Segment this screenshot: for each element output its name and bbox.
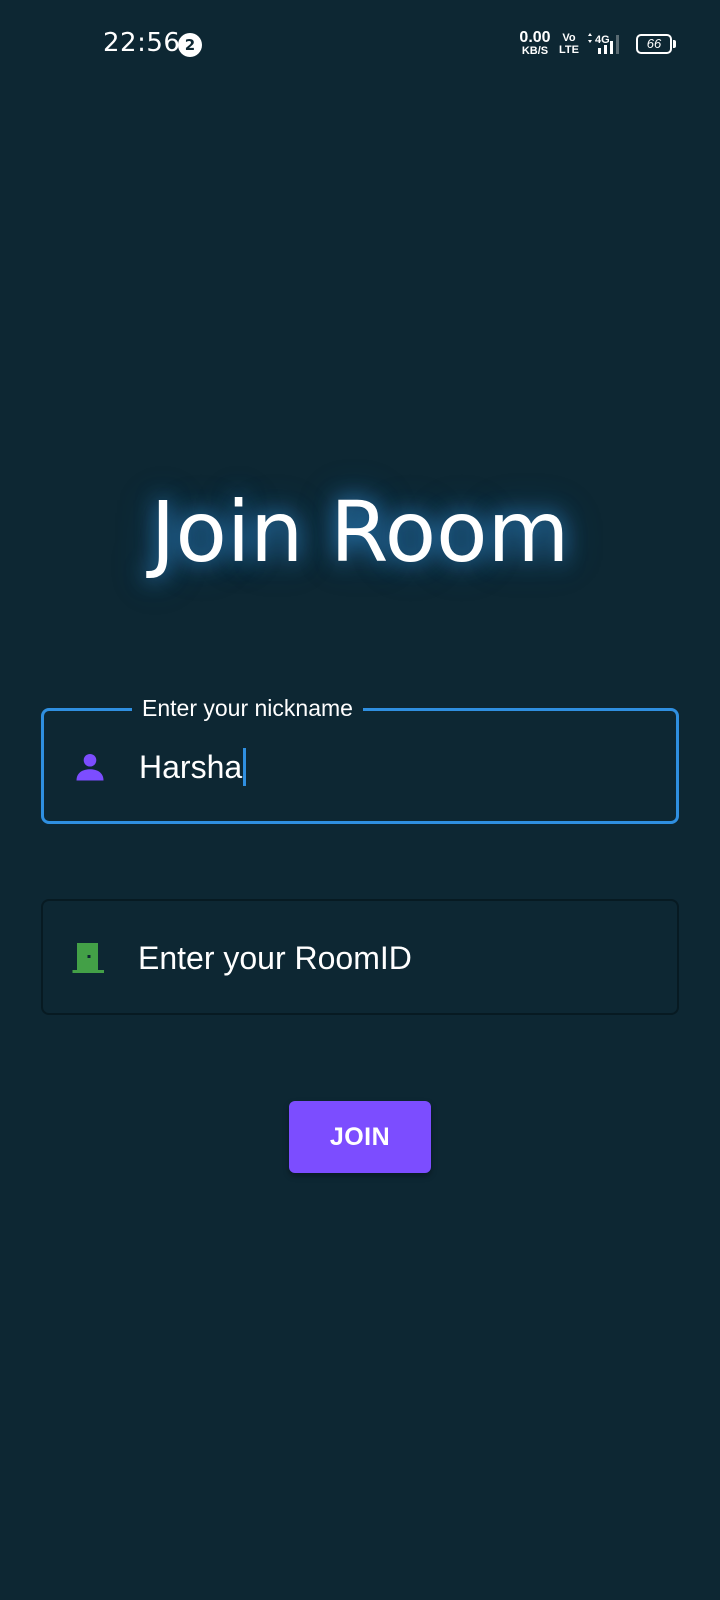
notification-badge: 2 bbox=[178, 33, 202, 57]
volte-icon: Vo LTE bbox=[559, 32, 579, 56]
text-cursor bbox=[243, 748, 247, 786]
door-icon bbox=[72, 943, 104, 973]
join-room-screen: 22:56 2 0.00 KB/S Vo LTE 4G 66 Join Room… bbox=[0, 0, 720, 1600]
battery-icon: 66 bbox=[636, 34, 676, 54]
page-title: Join Room bbox=[150, 483, 570, 581]
nickname-input[interactable]: Harsha bbox=[139, 747, 247, 787]
network-speed-unit: KB/S bbox=[521, 45, 549, 57]
volte-top-label: Vo bbox=[562, 32, 576, 44]
join-button[interactable]: JOIN bbox=[289, 1101, 431, 1173]
network-type-label: 4G bbox=[595, 34, 610, 46]
nickname-field[interactable]: Enter your nickname Harsha bbox=[41, 693, 679, 824]
status-time: 22:56 bbox=[103, 28, 181, 58]
roomid-field[interactable]: Enter your RoomID bbox=[41, 899, 679, 1015]
battery-tip bbox=[673, 40, 676, 48]
battery-level: 66 bbox=[636, 34, 672, 54]
roomid-input[interactable]: Enter your RoomID bbox=[138, 938, 412, 978]
person-icon bbox=[76, 753, 104, 781]
status-bar: 22:56 2 0.00 KB/S Vo LTE 4G 66 bbox=[0, 0, 720, 90]
nickname-field-label: Enter your nickname bbox=[132, 693, 363, 723]
nickname-input-value: Harsha bbox=[139, 749, 243, 785]
volte-bottom-label: LTE bbox=[559, 44, 579, 56]
signal-icon: 4G bbox=[588, 33, 619, 54]
network-speed-value: 0.00 bbox=[519, 29, 551, 46]
network-speed-indicator: 0.00 KB/S bbox=[517, 30, 553, 57]
